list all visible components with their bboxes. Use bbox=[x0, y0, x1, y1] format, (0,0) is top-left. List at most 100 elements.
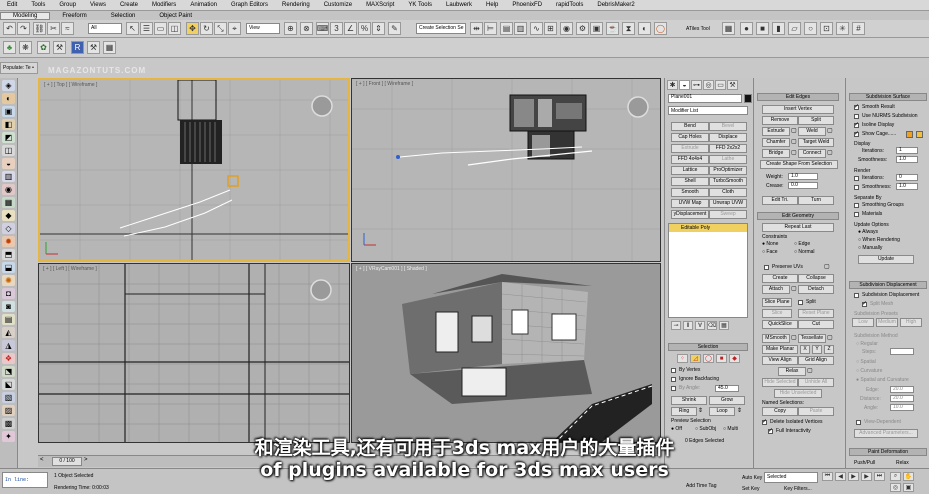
preview-off-radio[interactable]: ● Off bbox=[671, 426, 682, 432]
go-to-end-icon[interactable]: ⏭ bbox=[874, 472, 885, 481]
repeat-last-button[interactable]: Repeat Last bbox=[762, 223, 834, 232]
modify-tab-icon[interactable]: ◒ bbox=[679, 80, 690, 90]
delete-isolated-checkbox[interactable] bbox=[762, 418, 767, 425]
align-icon[interactable]: ⊨ bbox=[484, 22, 497, 35]
play-icon[interactable]: ▶ bbox=[848, 472, 859, 481]
mirror-icon[interactable]: ⇹ bbox=[470, 22, 483, 35]
modifier-ffd444-button[interactable]: FFD 4x4x4 bbox=[671, 155, 709, 164]
method-steps-spinner[interactable] bbox=[890, 348, 914, 355]
add-time-tag-button[interactable]: Add Time Tag bbox=[686, 483, 716, 489]
slice-plane-button[interactable]: Slice Plane bbox=[762, 298, 792, 307]
tab-selection[interactable]: Selection bbox=[99, 13, 148, 19]
modifier-shell-button[interactable]: Shell bbox=[671, 177, 709, 186]
render-iterations-checkbox[interactable] bbox=[854, 176, 859, 181]
view-dependent-checkbox[interactable] bbox=[856, 420, 861, 425]
loop-spinner-icon[interactable]: ⇕ bbox=[737, 407, 742, 414]
schematic-view-icon[interactable]: ⊞ bbox=[544, 22, 557, 35]
modifier-lathe-button[interactable]: Lathe bbox=[709, 155, 747, 164]
modifier-list-dropdown[interactable]: Modifier List bbox=[668, 106, 748, 115]
planar-z-button[interactable]: Z bbox=[824, 345, 834, 354]
menu-item-rendering[interactable]: Rendering bbox=[275, 2, 317, 8]
window-crossing-icon[interactable]: ◫ bbox=[168, 22, 181, 35]
edge-mode-icon[interactable]: ◿ bbox=[690, 354, 701, 363]
select-rotate-icon[interactable]: ↻ bbox=[200, 22, 213, 35]
update-always-radio[interactable]: ● Always bbox=[858, 229, 878, 235]
left-tool-12-icon[interactable]: ◇ bbox=[2, 223, 15, 234]
menu-item-graph-editors[interactable]: Graph Editors bbox=[224, 2, 275, 8]
timeline-next-icon[interactable]: > bbox=[84, 457, 92, 466]
cage-color-swatch-1[interactable] bbox=[906, 131, 913, 138]
element-mode-icon[interactable]: ◆ bbox=[729, 354, 740, 363]
subdivision-displacement-checkbox[interactable] bbox=[854, 293, 859, 298]
selection-rollout-header[interactable]: Selection bbox=[668, 343, 748, 351]
show-cage-checkbox[interactable] bbox=[854, 130, 859, 137]
modifier-sweep-button[interactable]: Sweep bbox=[709, 210, 747, 219]
hide-selected-button[interactable]: Hide Selected bbox=[762, 378, 798, 387]
render-setup-icon[interactable]: ⚙ bbox=[576, 22, 589, 35]
vray-frame-buffer-icon[interactable]: ◯ bbox=[654, 22, 667, 35]
connect-settings-icon[interactable]: ▢ bbox=[827, 149, 833, 156]
plugin-r-icon[interactable]: R bbox=[71, 41, 84, 54]
chamfer-button[interactable]: Chamfer bbox=[762, 138, 790, 147]
copy-button[interactable]: Copy bbox=[762, 407, 798, 416]
planar-x-button[interactable]: X bbox=[800, 345, 810, 354]
select-scale-icon[interactable]: ⤡ bbox=[214, 22, 227, 35]
left-tool-22-icon[interactable]: ❖ bbox=[2, 353, 15, 364]
extrude-settings-icon[interactable]: ▢ bbox=[791, 127, 797, 134]
make-unique-icon[interactable]: ∀ bbox=[695, 321, 705, 330]
left-tool-28-icon[interactable]: ✦ bbox=[2, 431, 15, 442]
menu-item-laubwerk[interactable]: Laubwerk bbox=[439, 2, 479, 8]
preserve-uvs-checkbox[interactable] bbox=[764, 265, 769, 270]
preview-subobj-radio[interactable]: ○ SubObj bbox=[695, 426, 716, 432]
tessellate-button[interactable]: Tessellate bbox=[798, 334, 826, 343]
display-tab-icon[interactable]: ▭ bbox=[715, 80, 726, 90]
modifier-bevel-button[interactable]: Bevel bbox=[709, 122, 747, 131]
object-color-swatch[interactable] bbox=[744, 94, 752, 103]
maximize-viewport-icon[interactable]: ▣ bbox=[903, 483, 914, 492]
use-nurms-checkbox[interactable] bbox=[854, 114, 859, 119]
utilities-tab-icon[interactable]: ⚒ bbox=[727, 80, 738, 90]
hierarchy-tab-icon[interactable]: ⊶ bbox=[691, 80, 702, 90]
ribbon-toggle-icon[interactable]: ▥ bbox=[514, 22, 527, 35]
configure-modifier-sets-icon[interactable]: ▦ bbox=[719, 321, 729, 330]
plugin-forest-icon[interactable]: ✿ bbox=[37, 41, 50, 54]
menu-item-debrismaker[interactable]: DebrisMaker2 bbox=[590, 2, 641, 8]
by-vertex-checkbox[interactable] bbox=[671, 368, 676, 373]
named-selection-sets[interactable]: Create Selection Se bbox=[416, 23, 466, 34]
unhide-all-button[interactable]: Unhide All bbox=[798, 378, 834, 387]
spinner-snap-icon[interactable]: ⇕ bbox=[372, 22, 385, 35]
msmooth-button[interactable]: MSmooth bbox=[762, 334, 790, 343]
grid-tool-icon[interactable]: # bbox=[852, 22, 865, 35]
left-tool-16-icon[interactable]: ✺ bbox=[2, 275, 15, 286]
light-tool-icon[interactable]: ✳ bbox=[836, 22, 849, 35]
paste-button[interactable]: Paste bbox=[798, 407, 834, 416]
ring-button[interactable]: Ring bbox=[671, 407, 697, 416]
menu-item-yk-tools[interactable]: YK Tools bbox=[401, 2, 439, 8]
camera-tool-icon[interactable]: ⊡ bbox=[820, 22, 833, 35]
left-tool-13-icon[interactable]: ✹ bbox=[2, 236, 15, 247]
create-tab-icon[interactable]: ✱ bbox=[667, 80, 678, 90]
pin-stack-icon[interactable]: ⊸ bbox=[671, 321, 681, 330]
layer-manager-icon[interactable]: ▤ bbox=[500, 22, 513, 35]
left-tool-17-icon[interactable]: ◘ bbox=[2, 288, 15, 299]
plugin-grid-icon[interactable]: ▦ bbox=[103, 41, 116, 54]
modifier-cap-holes-button[interactable]: Cap Holes bbox=[671, 133, 709, 142]
select-move-icon[interactable]: ✥ bbox=[186, 22, 199, 35]
quickslice-button[interactable]: QuickSlice bbox=[762, 320, 798, 329]
viewport-front[interactable]: [ + ] [ Front ] [ Wireframe ] bbox=[351, 78, 661, 262]
render-iterative-icon[interactable]: ⧗ bbox=[622, 22, 635, 35]
create-button[interactable]: Create bbox=[762, 274, 798, 283]
modifier-smooth-button[interactable]: Smooth bbox=[671, 188, 709, 197]
constraint-edge-radio[interactable]: ○ Edge bbox=[794, 241, 810, 247]
modifier-unwrap-uvw-button[interactable]: Unwrap UVW bbox=[709, 199, 747, 208]
cage-color-swatch-2[interactable] bbox=[916, 131, 923, 138]
pan-view-icon[interactable]: ✋ bbox=[903, 472, 914, 481]
viewport-camera[interactable]: [ + ] [ VRayCam001 ] [ Shaded ] bbox=[351, 263, 661, 443]
zoom-extents-icon[interactable]: ⌕ bbox=[890, 472, 901, 481]
left-tool-8-icon[interactable]: ▥ bbox=[2, 171, 15, 182]
method-curvature-radio[interactable]: ○ Curvature bbox=[856, 368, 882, 374]
left-tool-23-icon[interactable]: ⬔ bbox=[2, 366, 15, 377]
previous-frame-icon[interactable]: ◀ bbox=[835, 472, 846, 481]
left-tool-18-icon[interactable]: ◙ bbox=[2, 301, 15, 312]
make-planar-button[interactable]: Make Planar bbox=[762, 345, 798, 354]
